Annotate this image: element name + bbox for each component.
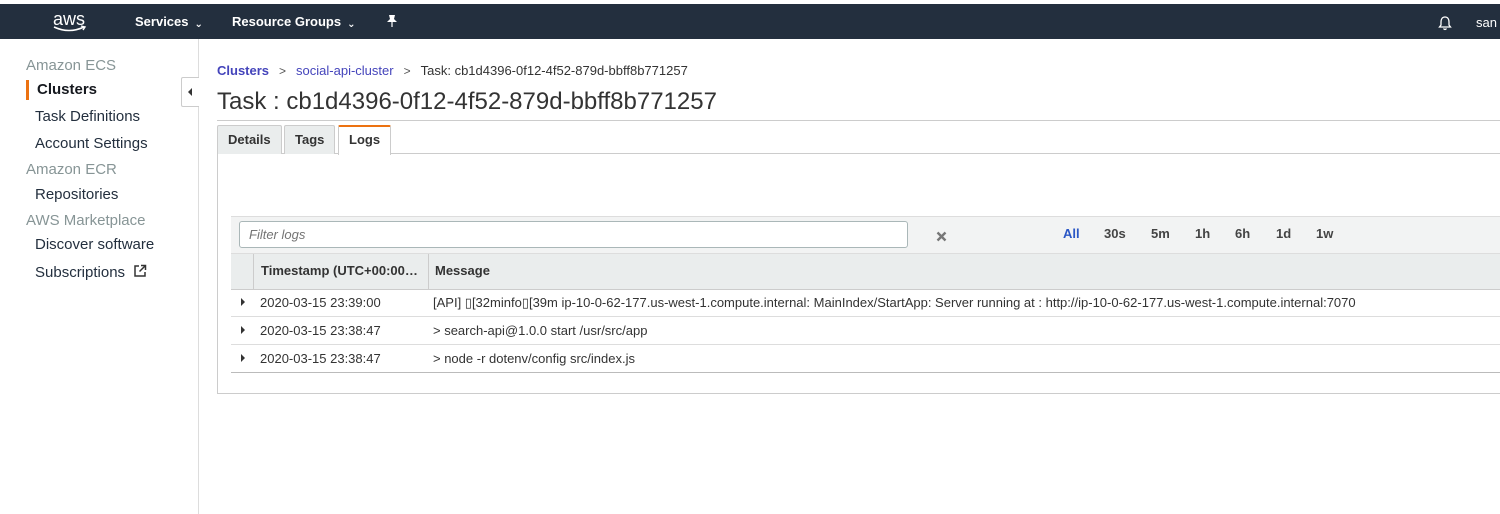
chevron-down-icon: ⌄: [347, 19, 356, 30]
expand-caret-icon[interactable]: [240, 354, 246, 362]
filter-logs-input[interactable]: [239, 221, 908, 248]
breadcrumb: Clusters > social-api-cluster > Task: cb1d43…: [217, 63, 688, 78]
table-header: [231, 254, 1500, 290]
user-menu[interactable]: san: [1476, 15, 1497, 30]
log-timestamp: 2020-03-15 23:38:47: [260, 323, 381, 338]
log-message: [API] ▯[32minfo▯[39m ip-10-0-62-177.us-w…: [433, 295, 1356, 310]
chevron-down-icon: ⌄: [194, 19, 203, 30]
bell-icon[interactable]: [1438, 16, 1452, 36]
services-label: Services: [135, 14, 189, 29]
range-1h[interactable]: 1h: [1195, 226, 1210, 241]
column-header-timestamp[interactable]: Timestamp (UTC+00:00…: [261, 263, 418, 278]
active-indicator: [26, 80, 29, 100]
tab-details[interactable]: Details: [217, 125, 282, 154]
log-timestamp: 2020-03-15 23:39:00: [260, 295, 381, 310]
collapse-sidebar-button[interactable]: [181, 77, 199, 107]
sidebar-item-account-settings[interactable]: Account Settings: [35, 135, 148, 152]
resource-groups-label: Resource Groups: [232, 14, 342, 29]
range-1w[interactable]: 1w: [1316, 226, 1333, 241]
sidebar-group-amazon-ecr: Amazon ECR: [26, 161, 117, 178]
table-row[interactable]: 2020-03-15 23:39:00 [API] ▯[32minfo▯[39m…: [231, 289, 1500, 317]
log-message: > search-api@1.0.0 start /usr/src/app: [433, 323, 648, 338]
column-divider: [428, 254, 429, 290]
sidebar-group-amazon-ecs: Amazon ECS: [26, 57, 117, 74]
table-row[interactable]: 2020-03-15 23:38:47 > search-api@1.0.0 s…: [231, 317, 1500, 345]
breadcrumb-cluster[interactable]: social-api-cluster: [296, 63, 394, 78]
clear-filter-icon[interactable]: [936, 229, 947, 247]
range-1d[interactable]: 1d: [1276, 226, 1291, 241]
column-divider: [253, 254, 254, 290]
caret-left-icon: [188, 88, 192, 96]
sidebar-item-task-definitions[interactable]: Task Definitions: [35, 108, 140, 125]
title-divider: [217, 120, 1500, 121]
log-timestamp: 2020-03-15 23:38:47: [260, 351, 381, 366]
column-header-message[interactable]: Message: [435, 263, 490, 278]
services-menu[interactable]: Services ⌄: [135, 14, 203, 30]
sidebar-item-subscriptions-label: Subscriptions: [35, 264, 126, 281]
tab-logs[interactable]: Logs: [338, 125, 392, 155]
expand-caret-icon[interactable]: [240, 326, 246, 334]
tab-tags[interactable]: Tags: [284, 125, 336, 154]
sidebar-item-repositories[interactable]: Repositories: [35, 186, 118, 203]
external-link-icon: [134, 264, 147, 277]
breadcrumb-current: Task: cb1d4396-0f12-4f52-879d-bbff8b7712…: [420, 63, 688, 78]
top-navigation: aws Services ⌄ Resource Groups ⌄ san: [0, 4, 1500, 39]
aws-logo[interactable]: aws: [51, 8, 91, 34]
breadcrumb-separator: >: [403, 64, 411, 78]
range-5m[interactable]: 5m: [1151, 226, 1170, 241]
range-6h[interactable]: 6h: [1235, 226, 1250, 241]
range-30s[interactable]: 30s: [1104, 226, 1126, 241]
expand-caret-icon[interactable]: [240, 298, 246, 306]
sidebar-item-clusters[interactable]: Clusters: [37, 81, 97, 98]
sidebar-item-discover-software[interactable]: Discover software: [35, 236, 154, 253]
breadcrumb-separator: >: [279, 64, 287, 78]
range-all[interactable]: All: [1063, 226, 1080, 241]
pin-icon[interactable]: [386, 14, 398, 31]
resource-groups-menu[interactable]: Resource Groups ⌄: [232, 14, 356, 30]
table-row[interactable]: 2020-03-15 23:38:47 > node -r dotenv/con…: [231, 345, 1500, 373]
sidebar-item-subscriptions[interactable]: Subscriptions: [35, 264, 147, 281]
breadcrumb-clusters[interactable]: Clusters: [217, 63, 269, 78]
aws-smile-icon: [53, 25, 87, 32]
sidebar-group-aws-marketplace: AWS Marketplace: [26, 212, 146, 229]
log-message: > node -r dotenv/config src/index.js: [433, 351, 635, 366]
sidebar: Amazon ECS Clusters Task Definitions Acc…: [0, 39, 199, 514]
page-title: Task : cb1d4396-0f12-4f52-879d-bbff8b771…: [217, 88, 717, 115]
